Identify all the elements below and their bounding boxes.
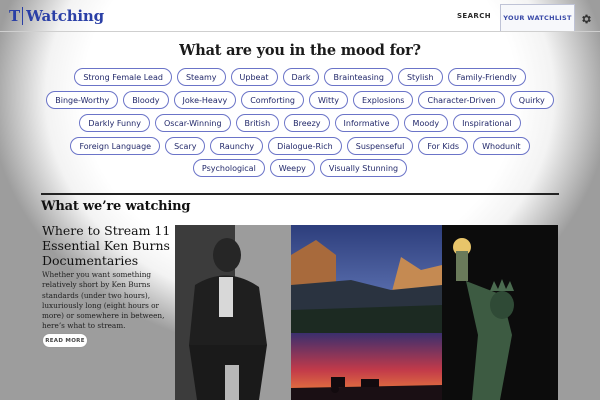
section-title: What we’re watching bbox=[41, 199, 191, 214]
your-watchlist-tab[interactable]: YOUR WATCHLIST bbox=[500, 4, 575, 31]
mood-tag[interactable]: Informative bbox=[334, 114, 399, 132]
portrait-photo bbox=[175, 225, 291, 400]
article-image-collage[interactable] bbox=[175, 225, 558, 400]
mood-tag[interactable]: Whodunit bbox=[473, 137, 530, 155]
mood-tag[interactable]: Joke-Heavy bbox=[173, 91, 237, 109]
mood-tag[interactable]: Psychological bbox=[192, 159, 265, 177]
mood-tag[interactable]: Suspenseful bbox=[346, 137, 414, 155]
mood-tag[interactable]: British bbox=[235, 114, 280, 132]
mood-tag[interactable]: Darkly Funny bbox=[79, 114, 150, 132]
mood-tag[interactable]: Stylish bbox=[397, 68, 443, 86]
mood-tag[interactable]: Foreign Language bbox=[70, 137, 161, 155]
gear-icon[interactable] bbox=[580, 10, 592, 24]
mood-tag[interactable]: Binge-Worthy bbox=[46, 91, 119, 109]
mountain-landscape-photo bbox=[291, 225, 442, 333]
mood-tag[interactable]: Visually Stunning bbox=[319, 159, 408, 177]
article-summary: Whether you want something relatively sh… bbox=[42, 270, 165, 331]
mood-tag[interactable]: Dialogue-Rich bbox=[268, 137, 342, 155]
mood-tag[interactable]: Comforting bbox=[241, 91, 304, 109]
mood-tag[interactable]: Explosions bbox=[352, 91, 414, 109]
mood-tag[interactable]: Strong Female Lead bbox=[74, 68, 172, 86]
mood-tag[interactable]: Breezy bbox=[284, 114, 330, 132]
mood-tag-row: Darkly Funny Oscar-Winning British Breez… bbox=[0, 114, 600, 132]
mood-tag[interactable]: For Kids bbox=[418, 137, 469, 155]
top-bar: T Watching SEARCH YOUR WATCHLIST bbox=[0, 0, 600, 32]
logo-word: Watching bbox=[26, 7, 104, 25]
search-link[interactable]: SEARCH bbox=[452, 0, 496, 32]
article-headline[interactable]: Where to Stream 11 Essential Ken Burns D… bbox=[42, 223, 172, 268]
mood-tag[interactable]: Witty bbox=[309, 91, 348, 109]
mood-tag[interactable]: Family-Friendly bbox=[447, 68, 526, 86]
mood-tag[interactable]: Steamy bbox=[176, 68, 226, 86]
section-divider bbox=[41, 193, 559, 195]
mood-tag-row: Binge-Worthy Bloody Joke-Heavy Comfortin… bbox=[0, 91, 600, 109]
mood-tag[interactable]: Dark bbox=[282, 68, 320, 86]
read-more-button[interactable]: READ MORE bbox=[42, 333, 88, 348]
mood-heading: What are you in the mood for? bbox=[179, 42, 421, 59]
mood-tag[interactable]: Weepy bbox=[269, 159, 315, 177]
mood-tag[interactable]: Upbeat bbox=[230, 68, 278, 86]
mood-tag[interactable]: Inspirational bbox=[453, 114, 521, 132]
mood-tag[interactable]: Moody bbox=[403, 114, 449, 132]
statue-photo bbox=[442, 225, 558, 400]
mood-tag-row: Strong Female Lead Steamy Upbeat Dark Br… bbox=[0, 68, 600, 86]
mood-tag[interactable]: Scary bbox=[165, 137, 206, 155]
watching-logo[interactable]: T Watching bbox=[9, 6, 104, 26]
mood-tag[interactable]: Bloody bbox=[123, 91, 169, 109]
mood-tag[interactable]: Oscar-Winning bbox=[154, 114, 231, 132]
mood-tag-row: Foreign Language Scary Raunchy Dialogue-… bbox=[0, 137, 600, 155]
mood-tag[interactable]: Raunchy bbox=[210, 137, 264, 155]
mood-tag[interactable]: Quirky bbox=[509, 91, 554, 109]
mood-tag-row: Psychological Weepy Visually Stunning bbox=[0, 159, 600, 177]
mood-tag[interactable]: Character-Driven bbox=[418, 91, 505, 109]
logo-letter: T bbox=[9, 7, 24, 25]
mood-tag[interactable]: Brainteasing bbox=[324, 68, 393, 86]
sunset-field-photo bbox=[291, 333, 442, 400]
